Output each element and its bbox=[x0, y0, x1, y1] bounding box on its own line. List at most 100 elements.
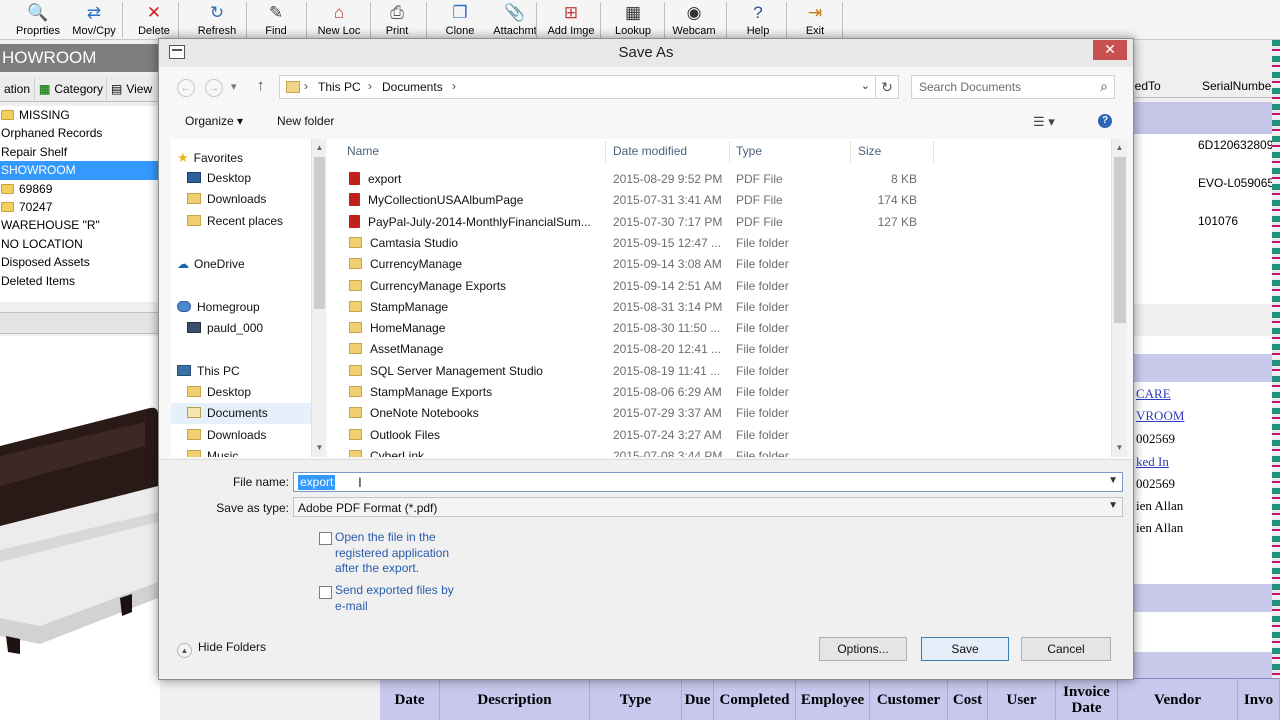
toolbar-button-help[interactable]: ? Help bbox=[740, 0, 776, 40]
history-column-employee[interactable]: Employee bbox=[796, 679, 870, 720]
history-column-cost[interactable]: Cost bbox=[948, 679, 988, 720]
close-button[interactable]: ✕ bbox=[1093, 40, 1127, 60]
serial-cell[interactable]: 101076 bbox=[1198, 214, 1238, 228]
up-button[interactable]: ↑ bbox=[257, 77, 265, 94]
history-column-invoice-date[interactable]: Invoice Date bbox=[1056, 679, 1118, 720]
detail-link[interactable]: ked In bbox=[1136, 454, 1169, 470]
location-item[interactable]: 69869 bbox=[0, 180, 160, 198]
file-row[interactable]: PayPal-July-2014-MonthlyFinancialSum... 2… bbox=[327, 212, 1113, 233]
column-date-modified[interactable]: Date modified bbox=[613, 144, 687, 158]
dialog-title-bar[interactable]: Save As ✕ bbox=[159, 39, 1133, 67]
nav-item-music[interactable]: Music bbox=[171, 446, 313, 457]
toolbar-button-webcam[interactable]: ◉ Webcam bbox=[670, 0, 718, 40]
refresh-address-button[interactable]: ↻ bbox=[875, 75, 899, 99]
column-divider[interactable] bbox=[933, 141, 934, 163]
history-column-completed[interactable]: Completed bbox=[714, 679, 796, 720]
file-row[interactable]: OneNote Notebooks 2015-07-29 3:37 AM File … bbox=[327, 403, 1113, 424]
serial-cell[interactable]: EVO-L059065 bbox=[1198, 176, 1274, 190]
location-item[interactable]: Repair Shelf bbox=[0, 143, 160, 161]
save-button[interactable]: Save bbox=[921, 637, 1009, 661]
file-row[interactable]: StampManage Exports 2015-08-06 6:29 AM Fil… bbox=[327, 382, 1113, 403]
file-row[interactable]: CurrencyManage 2015-09-14 3:08 AM File fol… bbox=[327, 254, 1113, 275]
nav-item-onedrive[interactable]: ☁ OneDrive bbox=[171, 254, 313, 275]
toolbar-button-proprties[interactable]: 🔍 Proprties bbox=[16, 0, 60, 40]
column-name[interactable]: Name bbox=[347, 144, 379, 158]
nav-item-desktop[interactable]: Desktop bbox=[171, 168, 313, 189]
navigation-pane-scrollbar[interactable]: ▲ ▼ bbox=[311, 139, 326, 457]
history-column-description[interactable]: Description bbox=[440, 679, 590, 720]
toolbar-button-print[interactable]: ⎙ Print bbox=[382, 0, 412, 40]
back-button[interactable]: ← bbox=[177, 79, 195, 97]
nav-item-pauld-000[interactable]: pauld_000 bbox=[171, 318, 313, 339]
nav-item-downloads[interactable]: Downloads bbox=[171, 425, 313, 446]
file-row[interactable]: SQL Server Management Studio 2015-08-19 1… bbox=[327, 361, 1113, 382]
nav-item-desktop[interactable]: Desktop bbox=[171, 382, 313, 403]
detail-link[interactable]: CARE bbox=[1136, 386, 1171, 402]
search-input[interactable]: Search Documents bbox=[919, 80, 1021, 94]
history-column-date[interactable]: Date bbox=[380, 679, 440, 720]
history-column-type[interactable]: Type bbox=[590, 679, 682, 720]
column-divider[interactable] bbox=[605, 141, 606, 163]
file-row[interactable]: AssetManage 2015-08-20 12:41 ... File fold… bbox=[327, 339, 1113, 360]
open-after-export-label[interactable]: Open the file in the registered applicat… bbox=[335, 530, 449, 577]
toolbar-button-add-imge[interactable]: ⊞ Add Imge bbox=[546, 0, 596, 40]
toolbar-button-exit[interactable]: ⇥ Exit bbox=[800, 0, 830, 40]
file-list-scrollbar[interactable]: ▲ ▼ bbox=[1111, 139, 1127, 457]
location-item[interactable]: NO LOCATION bbox=[0, 235, 160, 253]
save-as-type-select[interactable]: Adobe PDF Format (*.pdf) ▼ bbox=[293, 497, 1123, 517]
column-serial-number[interactable]: SerialNumber bbox=[1202, 79, 1275, 93]
history-column-vendor[interactable]: Vendor bbox=[1118, 679, 1238, 720]
location-item[interactable]: Disposed Assets bbox=[0, 253, 160, 271]
breadcrumb-separator-icon[interactable]: › bbox=[304, 79, 308, 93]
toolbar-button-clone[interactable]: ❐ Clone bbox=[440, 0, 480, 40]
scroll-down-icon[interactable]: ▼ bbox=[312, 443, 327, 452]
address-bar[interactable]: › This PC › Documents › ⌄ bbox=[279, 75, 899, 99]
toolbar-button-mov-cpy[interactable]: ⇄ Mov/Cpy bbox=[66, 0, 122, 40]
toolbar-button-attachmt[interactable]: 📎 Attachmt bbox=[490, 0, 540, 40]
chevron-down-icon[interactable]: ▼ bbox=[1108, 475, 1118, 486]
file-name-input[interactable]: export I ▼ bbox=[293, 472, 1123, 492]
send-email-checkbox[interactable] bbox=[319, 586, 332, 599]
breadcrumb-documents[interactable]: Documents bbox=[382, 80, 443, 94]
location-item[interactable]: Deleted Items bbox=[0, 272, 160, 290]
history-column-due[interactable]: Due bbox=[682, 679, 714, 720]
breadcrumb-this-pc[interactable]: This PC bbox=[318, 80, 361, 94]
location-item[interactable]: Orphaned Records bbox=[0, 124, 160, 142]
help-button[interactable]: ? bbox=[1098, 114, 1112, 128]
toolbar-button-delete[interactable]: ✕ Delete bbox=[134, 0, 174, 40]
organize-menu[interactable]: Organize ▾ bbox=[185, 114, 243, 128]
open-after-export-checkbox[interactable] bbox=[319, 532, 332, 545]
breadcrumb-separator-icon[interactable]: › bbox=[368, 79, 372, 93]
new-folder-button[interactable]: New folder bbox=[277, 114, 334, 128]
tab-view[interactable]: ▤ View bbox=[106, 78, 160, 100]
location-item[interactable]: 70247 bbox=[0, 198, 160, 216]
toolbar-button-find[interactable]: ✎ Find bbox=[260, 0, 292, 40]
file-row[interactable]: StampManage 2015-08-31 3:14 PM File folder bbox=[327, 297, 1113, 318]
forward-button[interactable]: → bbox=[205, 79, 223, 97]
toolbar-button-refresh[interactable]: ↻ Refresh bbox=[194, 0, 240, 40]
tab-category[interactable]: ▦ Category bbox=[34, 78, 106, 100]
column-type[interactable]: Type bbox=[736, 144, 762, 158]
toolbar-button-new-loc[interactable]: ⌂ New Loc bbox=[314, 0, 364, 40]
address-history-dropdown[interactable]: ⌄ bbox=[861, 79, 870, 92]
scroll-thumb[interactable] bbox=[1114, 157, 1126, 323]
scroll-up-icon[interactable]: ▲ bbox=[312, 143, 327, 152]
send-email-label[interactable]: Send exported files by e-mail bbox=[335, 583, 454, 614]
nav-item-documents[interactable]: Documents bbox=[171, 403, 313, 424]
hide-folders-button[interactable]: ▲ Hide Folders bbox=[177, 640, 266, 658]
file-row[interactable]: MyCollectionUSAAlbumPage 2015-07-31 3:41 … bbox=[327, 190, 1113, 211]
column-size[interactable]: Size bbox=[858, 144, 881, 158]
tab-location[interactable]: ation bbox=[0, 78, 34, 100]
nav-item-homegroup[interactable]: Homegroup bbox=[171, 297, 313, 318]
location-item[interactable]: WAREHOUSE "R" bbox=[0, 216, 160, 234]
location-item[interactable]: SHOWROOM bbox=[0, 161, 160, 180]
scroll-down-icon[interactable]: ▼ bbox=[1112, 443, 1127, 452]
breadcrumb-separator-icon[interactable]: › bbox=[452, 79, 456, 93]
location-item[interactable]: MISSING bbox=[0, 106, 160, 124]
recent-locations-button[interactable]: ▾ bbox=[231, 80, 237, 93]
cancel-button[interactable]: Cancel bbox=[1021, 637, 1111, 661]
file-row[interactable]: CyberLink 2015-07-08 3:44 PM File folder bbox=[327, 446, 1113, 457]
column-divider[interactable] bbox=[729, 141, 730, 163]
left-panel-splitter[interactable] bbox=[0, 312, 160, 334]
detail-link[interactable]: VROOM bbox=[1136, 408, 1184, 424]
